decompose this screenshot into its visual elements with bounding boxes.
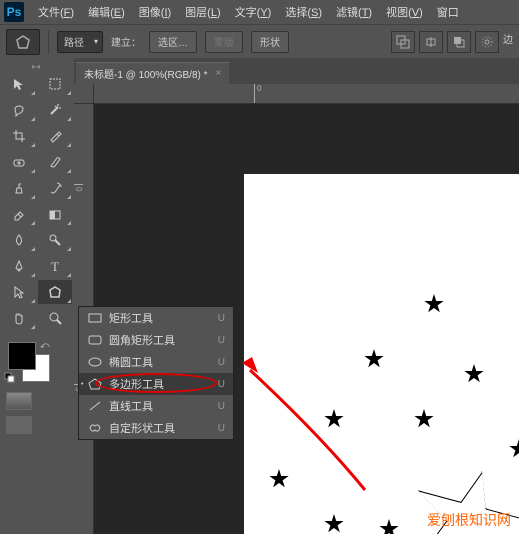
quick-mask-button[interactable]	[6, 392, 32, 410]
swap-colors-icon[interactable]: ⤺	[40, 340, 50, 351]
marquee-tool[interactable]	[38, 72, 72, 96]
brush-tool[interactable]	[38, 150, 72, 174]
flyout-line[interactable]: 直线工具 U	[79, 395, 233, 417]
star-shape	[364, 349, 384, 369]
menu-view[interactable]: 视图(V)	[380, 2, 429, 22]
crop-tool[interactable]	[2, 124, 36, 148]
create-label: 建立：	[111, 34, 141, 49]
star-shape	[414, 409, 434, 429]
tab-bar: 未标题-1 @ 100%(RGB/8) * ×	[74, 58, 519, 84]
watermark-text: 爱刨根知识网	[427, 510, 511, 530]
pen-tool[interactable]	[2, 254, 36, 278]
make-mask-button[interactable]: 蒙版	[205, 31, 243, 53]
options-bar: 路径 建立： 选区… 蒙版 形状 边	[0, 24, 519, 58]
star-shape	[379, 519, 399, 534]
eraser-tool[interactable]	[2, 202, 36, 226]
move-tool[interactable]	[2, 72, 36, 96]
ruler-corner[interactable]	[74, 84, 94, 104]
default-colors-icon[interactable]	[4, 372, 16, 384]
menu-text[interactable]: 文字(Y)	[229, 2, 278, 22]
tool-panel: ▸◂ T ⤺	[0, 58, 74, 534]
titlebar: Ps 文件(F) 编辑(E) 图像(I) 图层(L) 文字(Y) 选择(S) 滤…	[0, 0, 519, 24]
rounded-rectangle-icon	[87, 332, 103, 348]
star-shape	[324, 409, 344, 429]
magic-wand-tool[interactable]	[38, 98, 72, 122]
align-icon[interactable]	[419, 31, 443, 53]
quick-mask-row	[2, 392, 72, 410]
flyout-custom-shape[interactable]: 自定形状工具 U	[79, 417, 233, 439]
screen-mode-row	[2, 416, 72, 434]
ps-logo-icon: Ps	[4, 2, 24, 22]
eyedropper-tool[interactable]	[38, 124, 72, 148]
shape-tool[interactable]	[38, 280, 72, 304]
close-icon[interactable]: ×	[216, 68, 222, 79]
star-shape	[324, 514, 344, 534]
line-icon	[87, 398, 103, 414]
document-area: 未标题-1 @ 100%(RGB/8) * × 0 0 5	[74, 58, 519, 534]
divider	[48, 30, 49, 54]
flyout-polygon[interactable]: 多边形工具 U	[79, 373, 233, 395]
type-tool[interactable]: T	[38, 254, 72, 278]
blur-tool[interactable]	[2, 228, 36, 252]
screen-mode-button[interactable]	[6, 416, 32, 434]
hand-tool[interactable]	[2, 306, 36, 330]
gradient-tool[interactable]	[38, 202, 72, 226]
shape-tool-flyout: 矩形工具 U 圆角矩形工具 U 椭圆工具 U 多边形工具 U 直线工具 U 自定…	[78, 306, 234, 440]
menu-layer[interactable]: 图层(L)	[179, 2, 226, 22]
tool-preset-button[interactable]	[6, 29, 40, 55]
zoom-tool[interactable]	[38, 306, 72, 330]
star-shape	[424, 294, 444, 314]
polygon-icon	[87, 376, 103, 392]
dodge-tool[interactable]	[38, 228, 72, 252]
star-shape	[269, 469, 289, 489]
tab-title: 未标题-1 @ 100%(RGB/8) *	[84, 66, 208, 81]
foreground-color[interactable]	[8, 342, 36, 370]
flyout-ellipse[interactable]: 椭圆工具 U	[79, 351, 233, 373]
flyout-rectangle[interactable]: 矩形工具 U	[79, 307, 233, 329]
canvas[interactable]	[244, 174, 519, 534]
svg-text:T: T	[51, 259, 59, 273]
gear-icon[interactable]	[475, 31, 499, 53]
path-ops-icon[interactable]	[391, 31, 415, 53]
star-shape	[509, 439, 519, 459]
menu-filter[interactable]: 滤镜(T)	[330, 2, 378, 22]
panel-drag-handle[interactable]: ▸◂	[2, 62, 70, 70]
clone-stamp-tool[interactable]	[2, 176, 36, 200]
sides-label: 边	[503, 31, 513, 53]
menu-image[interactable]: 图像(I)	[133, 2, 177, 22]
healing-brush-tool[interactable]	[2, 150, 36, 174]
polygon-icon	[15, 34, 31, 50]
lasso-tool[interactable]	[2, 98, 36, 122]
history-brush-tool[interactable]	[38, 176, 72, 200]
arrange-icon[interactable]	[447, 31, 471, 53]
star-shape	[464, 364, 484, 384]
menu-edit[interactable]: 编辑(E)	[82, 2, 131, 22]
color-swatches: ⤺	[2, 340, 72, 386]
menu-select[interactable]: 选择(S)	[279, 2, 328, 22]
document-tab[interactable]: 未标题-1 @ 100%(RGB/8) * ×	[76, 62, 229, 84]
custom-shape-icon	[87, 420, 103, 436]
main-menu: 文件(F) 编辑(E) 图像(I) 图层(L) 文字(Y) 选择(S) 滤镜(T…	[32, 2, 465, 22]
menu-window[interactable]: 窗口	[431, 2, 465, 22]
rectangle-icon	[87, 310, 103, 326]
ruler-horizontal[interactable]: 0	[94, 84, 519, 104]
path-select-tool[interactable]	[2, 280, 36, 304]
menu-file[interactable]: 文件(F)	[32, 2, 80, 22]
make-shape-button[interactable]: 形状	[251, 31, 289, 53]
path-mode-dropdown[interactable]: 路径	[57, 31, 103, 53]
flyout-rounded-rectangle[interactable]: 圆角矩形工具 U	[79, 329, 233, 351]
make-selection-button[interactable]: 选区…	[149, 31, 197, 53]
ellipse-icon	[87, 354, 103, 370]
